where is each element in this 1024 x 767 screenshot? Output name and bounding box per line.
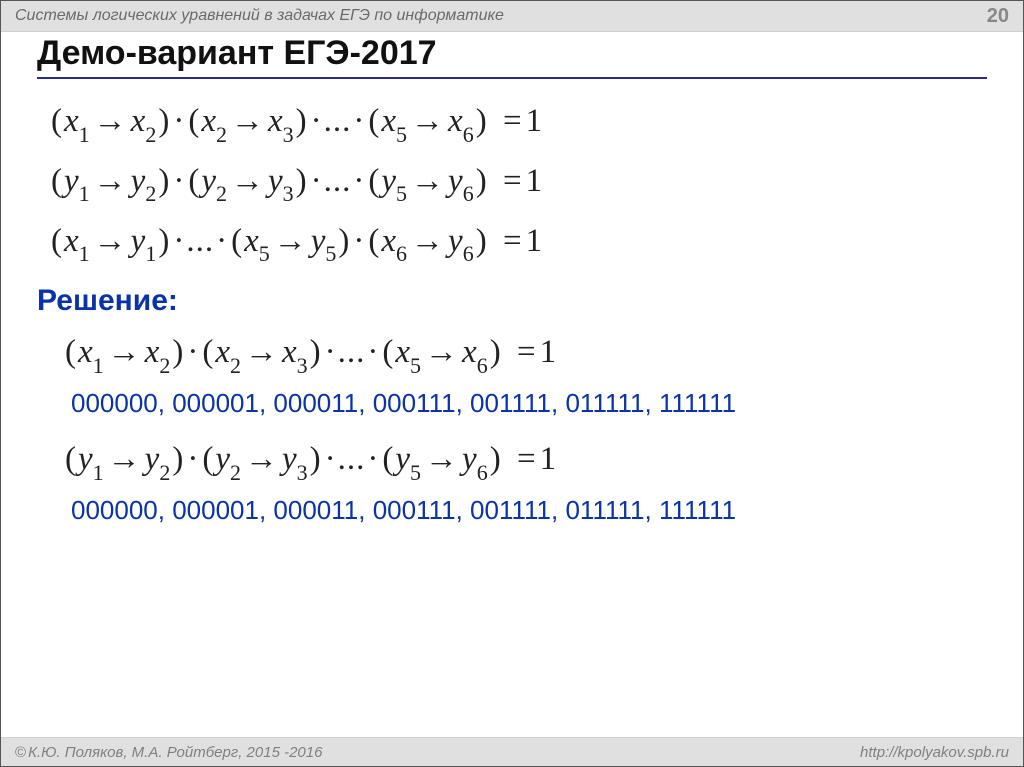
header-topic: Системы логических уравнений в задачах Е… <box>15 7 504 25</box>
solution-eq-2: (y1→y2)·(y2→y3)·...·(y5→y6) =1 <box>37 429 987 489</box>
title-underline <box>37 77 987 79</box>
equation-system: (x1→x2)·(x2→x3)·...·(x5→x6) =1 (y1→y2)·(… <box>37 91 987 270</box>
footer-url: http://kpolyakov.spb.ru <box>860 744 1009 761</box>
solution-eq-row-x: (x1→x2)·(x2→x3)·...·(x5→x6) =1 <box>63 322 987 382</box>
content-area: Демо-вариант ЕГЭ-2017 (x1→x2)·(x2→x3)·..… <box>1 32 1023 526</box>
copyright-symbol: © <box>15 744 28 761</box>
solution-eq-row-y: (y1→y2)·(y2→y3)·...·(y5→y6) =1 <box>63 429 987 489</box>
solution-heading: Решение: <box>37 284 987 318</box>
bitrow-1: 000000, 000001, 000011, 000111, 001111, … <box>37 388 987 419</box>
header-bar: Системы логических уравнений в задачах Е… <box>1 1 1023 32</box>
slide: Системы логических уравнений в задачах Е… <box>0 0 1024 767</box>
page-number: 20 <box>987 5 1009 28</box>
equation-row-3: (x1→y1)·...·(x5→y5)·(x6→y6) =1 <box>49 211 987 271</box>
slide-title: Демо-вариант ЕГЭ-2017 <box>37 34 987 73</box>
bitrow-2: 000000, 000001, 000011, 000111, 001111, … <box>37 495 987 526</box>
equation-row-2: (y1→y2)·(y2→y3)·...·(y5→y6) =1 <box>49 151 987 211</box>
footer-bar: ©К.Ю. Поляков, М.А. Ройтберг, 2015 -2016… <box>1 737 1023 766</box>
solution-eq-1: (x1→x2)·(x2→x3)·...·(x5→x6) =1 <box>37 322 987 382</box>
footer-authors: ©К.Ю. Поляков, М.А. Ройтберг, 2015 -2016 <box>15 744 322 761</box>
equation-row-1: (x1→x2)·(x2→x3)·...·(x5→x6) =1 <box>49 91 987 151</box>
